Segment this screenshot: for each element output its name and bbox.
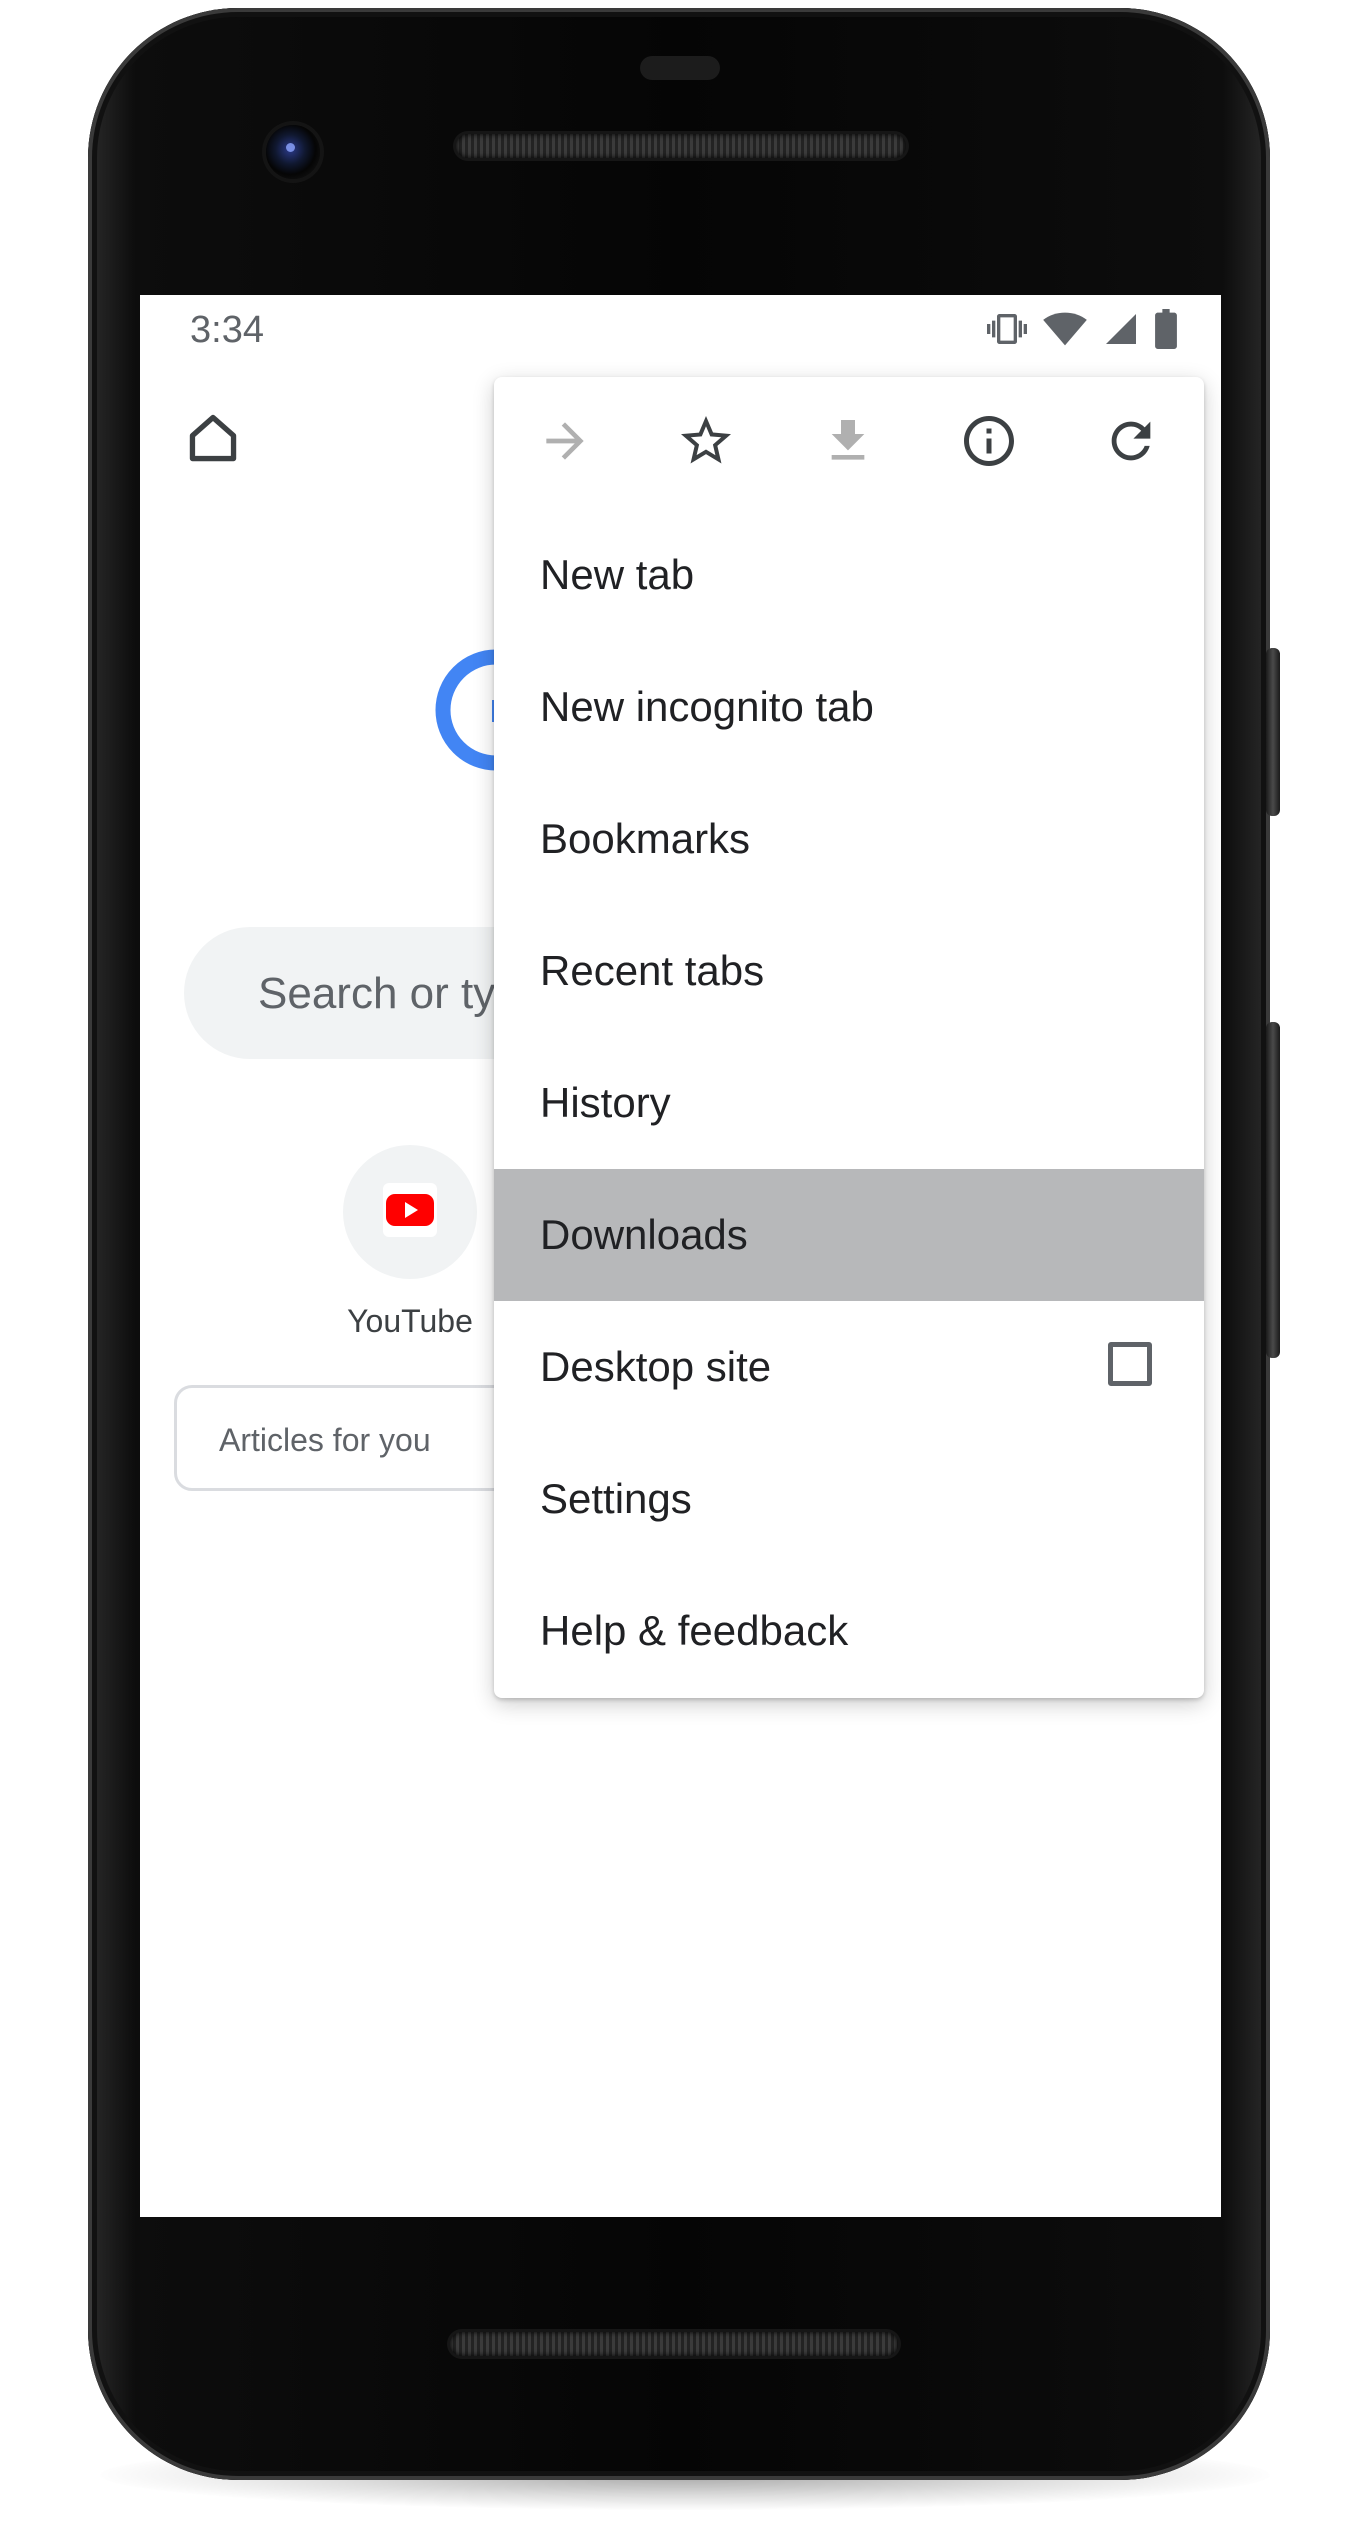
- info-icon: [959, 411, 1019, 476]
- earpiece-speaker: [456, 134, 906, 158]
- menu-item-label: Desktop site: [540, 1343, 772, 1390]
- menu-item-label: Recent tabs: [540, 947, 765, 994]
- menu-item-label: Bookmarks: [540, 815, 751, 862]
- home-icon: [184, 409, 242, 472]
- arrow-forward-icon: [537, 413, 593, 474]
- front-camera: [266, 125, 320, 179]
- menu-item-new-tab[interactable]: New tab: [494, 509, 1204, 641]
- star-outline-icon: [676, 411, 736, 476]
- forward-button[interactable]: [524, 402, 606, 484]
- menu-item-list: New tab New incognito tab Bookmarks Rece…: [494, 509, 1204, 1697]
- status-time: 3:34: [190, 309, 264, 351]
- volume-button: [1266, 1022, 1280, 1358]
- page-info-button[interactable]: [948, 402, 1030, 484]
- menu-item-recent-tabs[interactable]: Recent tabs: [494, 905, 1204, 1037]
- reload-icon: [1102, 412, 1160, 475]
- overflow-menu: New tab New incognito tab Bookmarks Rece…: [494, 377, 1204, 1698]
- home-button[interactable]: [178, 405, 248, 475]
- power-button: [1266, 648, 1280, 816]
- menu-item-bookmarks[interactable]: Bookmarks: [494, 773, 1204, 905]
- menu-item-label: Help & feedback: [540, 1607, 849, 1654]
- phone-screen: 3:34 Search or type YouTube Articles for…: [140, 295, 1221, 2217]
- download-page-button[interactable]: [807, 402, 889, 484]
- menu-item-label: Settings: [540, 1475, 692, 1522]
- menu-item-desktop-site[interactable]: Desktop site: [494, 1301, 1204, 1433]
- tile-icon-bg: [343, 1145, 477, 1279]
- reload-button[interactable]: [1090, 402, 1172, 484]
- menu-item-label: New tab: [540, 551, 695, 598]
- menu-item-settings[interactable]: Settings: [494, 1433, 1204, 1565]
- tile-label: YouTube: [347, 1303, 473, 1339]
- menu-action-bar: [494, 377, 1204, 509]
- bottom-speaker: [450, 2332, 898, 2356]
- menu-item-help-feedback[interactable]: Help & feedback: [494, 1565, 1204, 1697]
- download-icon: [820, 413, 876, 474]
- battery-icon: [1155, 309, 1177, 349]
- desktop-site-checkbox[interactable]: [1108, 1342, 1152, 1386]
- articles-label: Articles for you: [219, 1422, 431, 1458]
- menu-item-label: Downloads: [540, 1211, 748, 1258]
- shortcut-tile-youtube[interactable]: YouTube: [310, 1145, 510, 1340]
- youtube-icon: [373, 1173, 447, 1252]
- status-icons: [987, 309, 1177, 349]
- bookmark-button[interactable]: [665, 402, 747, 484]
- menu-item-new-incognito-tab[interactable]: New incognito tab: [494, 641, 1204, 773]
- menu-item-history[interactable]: History: [494, 1037, 1204, 1169]
- top-sensor: [640, 56, 720, 80]
- menu-item-downloads[interactable]: Downloads: [494, 1169, 1204, 1301]
- signal-icon: [1103, 310, 1139, 348]
- menu-item-label: History: [540, 1079, 671, 1126]
- vibrate-icon: [987, 309, 1027, 349]
- menu-item-label: New incognito tab: [540, 683, 874, 730]
- wifi-icon: [1043, 309, 1087, 349]
- device-stage: 3:34 Search or type YouTube Articles for…: [0, 0, 1370, 2534]
